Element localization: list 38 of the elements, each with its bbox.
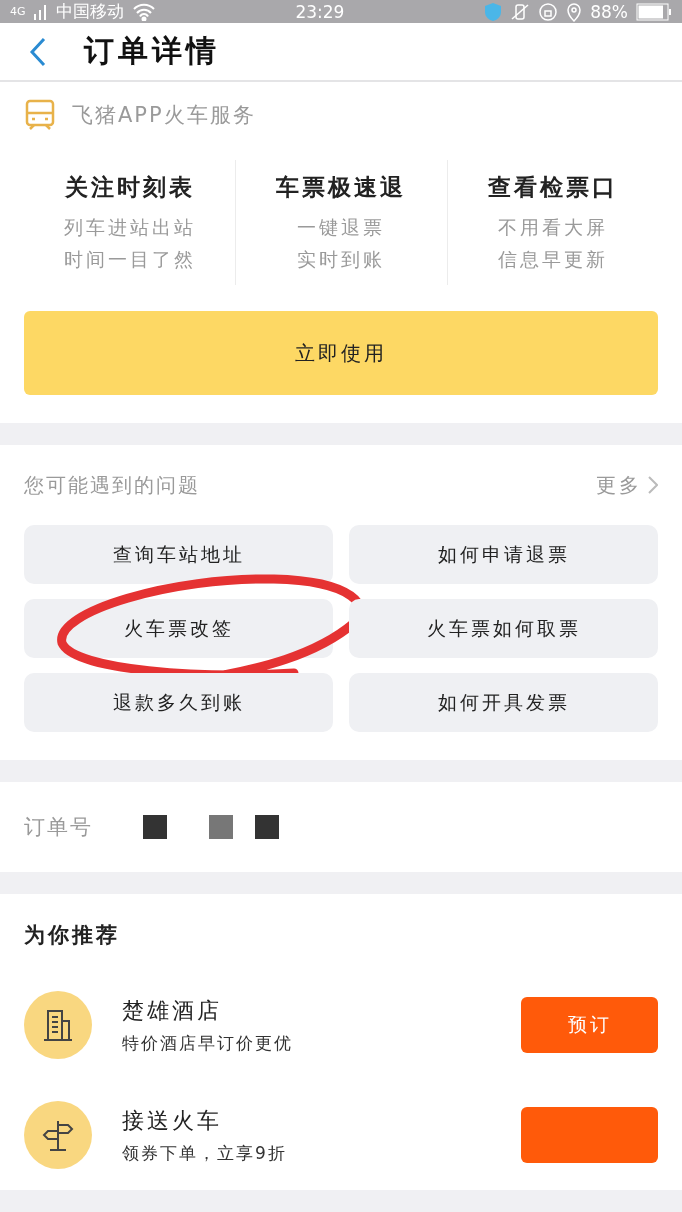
question-button[interactable]: 退款多久到账	[24, 673, 333, 732]
question-button[interactable]: 火车票如何取票	[349, 599, 658, 658]
feature-description: 一键退票	[297, 215, 386, 240]
battery-percent: 88%	[590, 1, 628, 22]
page-title: 订单详情	[84, 32, 220, 70]
back-icon[interactable]	[28, 36, 48, 67]
feature-title: 车票极速退	[276, 173, 407, 202]
order-number-label: 订单号	[24, 814, 93, 841]
section-title: 您可能遇到的问题	[24, 471, 200, 499]
carrier-name: 中国移动	[55, 0, 124, 23]
recommendation-name: 楚雄酒店	[122, 996, 223, 1025]
recommendation-description: 特价酒店早订价更优	[122, 1031, 294, 1055]
question-button[interactable]: 火车票改签	[24, 599, 333, 658]
section-title: 为你推荐	[24, 922, 121, 949]
question-button[interactable]: 查询车站地址	[24, 525, 333, 584]
network-label: 4G	[10, 5, 26, 18]
question-button[interactable]: 如何申请退票	[349, 525, 658, 584]
use-now-button[interactable]: 立即使用	[24, 311, 658, 395]
service-title: 飞猪APP火车服务	[72, 102, 256, 129]
question-button[interactable]: 如何开具发票	[349, 673, 658, 732]
clock-time: 23:29	[295, 1, 345, 22]
feature-description: 实时到账	[297, 247, 386, 272]
battery-icon	[636, 2, 672, 21]
feature-description: 不用看大屏	[497, 215, 608, 240]
chevron-icon	[648, 476, 658, 494]
feature-title: 查看检票口	[487, 173, 618, 202]
feature-title: 关注时刻表	[64, 173, 195, 202]
shield-icon	[484, 1, 503, 22]
train-icon	[24, 99, 56, 131]
feature-description: 信息早更新	[497, 247, 608, 272]
feature-description: 列车进站出站	[63, 215, 196, 240]
feature-description: 时间一目了然	[63, 247, 196, 272]
recommendation-name: 接送火车	[122, 1106, 223, 1135]
rotation-lock-icon	[538, 1, 559, 22]
signal-icon	[33, 3, 48, 20]
recommendation-description: 领券下单，立享9折	[122, 1141, 288, 1165]
mute-icon	[510, 2, 531, 21]
wifi-icon	[131, 2, 156, 21]
